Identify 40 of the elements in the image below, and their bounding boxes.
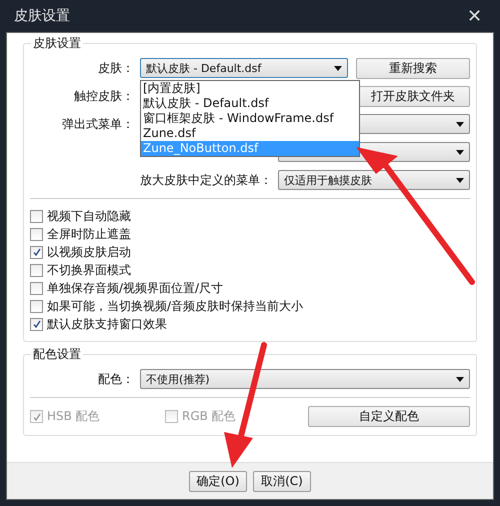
checkbox[interactable] — [30, 264, 43, 276]
checkbox-label: 视频下自动隐藏 — [47, 208, 131, 224]
field-label: 放大皮肤中定义的菜单： — [140, 172, 272, 186]
checkbox-label: 如果可能，当切换视频/音频皮肤时保持当前大小 — [47, 298, 304, 314]
checkmark-icon — [32, 320, 40, 328]
checkbox-label: 以视频皮肤启动 — [47, 244, 131, 260]
field-label: 弹出式菜单： — [62, 116, 134, 130]
checkbox-label: 不切换界面模式 — [47, 262, 131, 278]
checkbox-label: 单独保存音频/视频界面位置/尺寸 — [47, 280, 224, 296]
button[interactable]: 自定义配色 — [308, 406, 470, 427]
checkbox[interactable] — [30, 246, 43, 258]
checkbox[interactable] — [30, 300, 43, 312]
dropdown[interactable]: 默认皮肤 - Default.dsf — [140, 58, 348, 78]
group-title: 配色设置 — [31, 346, 83, 363]
checkbox-label: HSB 配色 — [47, 408, 100, 425]
button[interactable]: 重新搜索 — [356, 58, 470, 78]
close-button[interactable]: ✕ — [463, 5, 486, 27]
checkbox[interactable] — [30, 210, 43, 222]
caret-icon — [456, 150, 464, 154]
caret-icon — [334, 66, 342, 70]
caret-icon — [456, 376, 464, 382]
checkbox-label: RGB 配色 — [182, 408, 236, 425]
field-label: 配色： — [98, 372, 134, 386]
checkbox-label: 全屏时防止遮盖 — [47, 226, 131, 242]
caret-icon — [456, 122, 464, 126]
field-label: 触控皮肤： — [74, 88, 134, 102]
field-label: 皮肤： — [98, 60, 134, 74]
checkbox[interactable] — [30, 318, 43, 330]
checkmark-icon — [32, 412, 40, 420]
checkbox[interactable] — [30, 228, 43, 240]
button[interactable]: 取消(C) — [253, 470, 311, 492]
window-title: 皮肤设置 — [14, 7, 70, 25]
checkbox[interactable] — [30, 282, 43, 294]
checkbox-label: 默认皮肤支持窗口效果 — [47, 316, 167, 332]
dropdown[interactable]: 仅适用于触摸皮肤 — [278, 170, 470, 190]
group-title: 皮肤设置 — [31, 35, 83, 52]
caret-icon — [456, 178, 464, 182]
button[interactable]: 确定(O) — [189, 470, 247, 492]
dropdown[interactable]: 不使用(推荐) — [140, 369, 470, 389]
checkmark-icon — [32, 248, 40, 256]
